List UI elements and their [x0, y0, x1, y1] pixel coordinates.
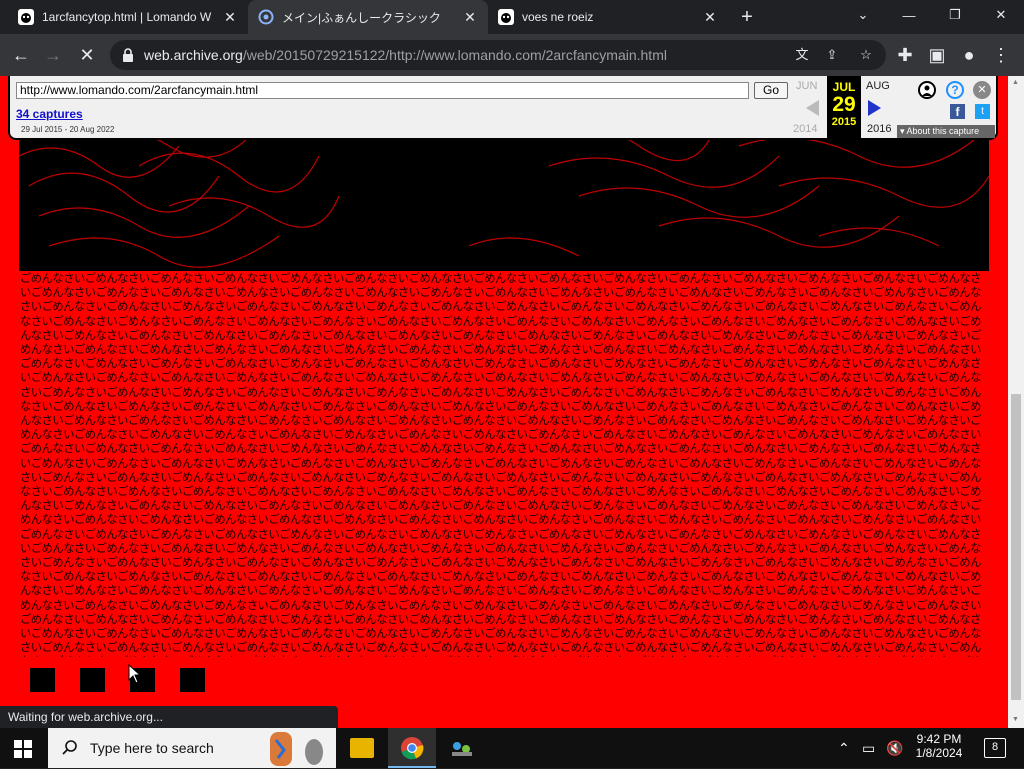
lock-icon: [122, 48, 134, 62]
wayback-account-icon[interactable]: [918, 81, 936, 99]
current-year: 2015: [831, 116, 857, 128]
windows-taskbar: Type here to search ⌃ ▭ 🔇 9:42 PM 1/8/20…: [0, 728, 1024, 768]
network-icon[interactable]: ▭: [862, 740, 875, 757]
tab-title: voes ne roeiz: [522, 10, 594, 24]
search-highlight-image: [264, 730, 330, 766]
scroll-up-icon[interactable]: ▲: [1012, 79, 1019, 86]
mouse-cursor-icon: [128, 664, 142, 684]
file-explorer-icon[interactable]: [350, 738, 374, 758]
tab-lomando-archive[interactable]: 1arcfancytop.html | Lomando W ✕: [8, 0, 248, 34]
facebook-icon[interactable]: f: [950, 104, 965, 119]
search-placeholder: Type here to search: [90, 740, 214, 756]
tab-search-chevron-icon[interactable]: ⌄: [840, 0, 886, 30]
scrollbar-thumb[interactable]: [1011, 394, 1021, 700]
scroll-down-icon[interactable]: ▼: [1012, 716, 1019, 723]
chrome-icon: [401, 737, 424, 760]
current-day: 29: [832, 93, 856, 116]
wayback-prev-year[interactable]: 2014: [793, 123, 817, 135]
stop-loading-button[interactable]: ✕: [74, 42, 100, 68]
browser-toolbar: ← → ✕ web.archive.org/web/20150729215122…: [0, 34, 1024, 76]
black-square-2[interactable]: [80, 668, 105, 692]
tab-fancy-classic[interactable]: メイン|ふぁんしークラシック ✕: [248, 0, 488, 34]
help-icon[interactable]: ?: [946, 81, 964, 99]
close-tab-icon[interactable]: ✕: [702, 9, 718, 25]
translate-icon[interactable]: 文: [794, 47, 810, 63]
taskbar-clock[interactable]: 9:42 PM 1/8/2024: [908, 732, 970, 760]
tab-title: メイン|ふぁんしークラシック: [282, 10, 441, 25]
wayback-prev-month[interactable]: JUN: [796, 80, 817, 92]
twitter-icon[interactable]: t: [975, 104, 990, 119]
chrome-taskbar-button[interactable]: [388, 728, 436, 768]
menu-kebab-icon[interactable]: ⋮: [988, 42, 1014, 68]
wayback-go-button[interactable]: Go: [754, 82, 788, 99]
prev-arrow-icon[interactable]: [806, 100, 819, 116]
restore-button[interactable]: ❐: [932, 0, 978, 30]
windows-start-icon[interactable]: [14, 740, 32, 763]
black-square-1[interactable]: [30, 668, 55, 692]
wayback-captures-link[interactable]: 34 captures: [16, 107, 83, 121]
close-wayback-icon[interactable]: ✕: [973, 81, 991, 99]
tab-voes-ne-roeiz[interactable]: voes ne roeiz ✕: [488, 0, 728, 34]
wayback-next-year[interactable]: 2016: [867, 123, 891, 135]
network-app-icon[interactable]: [450, 738, 474, 758]
clock-date: 1/8/2024: [915, 746, 963, 760]
wayback-url-input[interactable]: http://www.lomando.com/2arcfancymain.htm…: [16, 82, 749, 99]
black-square-4[interactable]: [180, 668, 205, 692]
address-bar[interactable]: web.archive.org/web/20150729215122/http:…: [110, 40, 886, 70]
search-icon: [62, 739, 78, 758]
share-icon[interactable]: ⇪: [824, 47, 840, 63]
next-arrow-icon[interactable]: [868, 100, 881, 116]
taskbar-search-box[interactable]: Type here to search: [48, 728, 336, 768]
url-host: web.archive.org: [144, 47, 243, 63]
wayback-toolbar: http://www.lomando.com/2arcfancymain.htm…: [8, 76, 998, 140]
close-tab-icon[interactable]: ✕: [222, 9, 238, 25]
tab-strip: 1arcfancytop.html | Lomando W ✕ メイン|ふぁんし…: [0, 0, 1024, 34]
url-path: /web/20150729215122/http://www.lomando.c…: [242, 47, 667, 63]
volume-muted-icon[interactable]: 🔇: [886, 740, 903, 757]
wayback-current-date: JUL 29 2015: [827, 76, 861, 138]
notifications-icon[interactable]: 8: [984, 738, 1006, 758]
wayback-capture-range: 29 Jul 2015 - 20 Aug 2022: [21, 125, 115, 134]
forward-button[interactable]: →: [40, 42, 66, 68]
notification-count: 8: [991, 741, 999, 753]
tray-chevron-icon[interactable]: ⌃: [838, 740, 850, 757]
minimize-button[interactable]: —: [886, 0, 932, 30]
close-window-button[interactable]: ✕: [978, 0, 1024, 30]
page-scrollbar[interactable]: ▲ ▼: [1008, 76, 1024, 728]
extensions-icon[interactable]: ✚: [892, 42, 918, 68]
close-tab-icon[interactable]: ✕: [462, 9, 478, 25]
status-bubble: Waiting for web.archive.org...: [0, 706, 338, 728]
back-button[interactable]: ←: [8, 42, 34, 68]
archive-icon: [18, 9, 34, 25]
new-tab-button[interactable]: +: [736, 6, 758, 28]
about-this-capture-button[interactable]: ▾ About this capture: [897, 125, 995, 138]
side-panel-icon[interactable]: ▣: [924, 42, 950, 68]
current-month: JUL: [832, 80, 856, 94]
wayback-next-month[interactable]: AUG: [866, 80, 890, 92]
repeated-apology-text: ごめんなさいごめんなさいごめんなさいごめんなさいごめんなさいごめんなさいごめんな…: [20, 272, 981, 657]
archive-icon: [498, 9, 514, 25]
clock-time: 9:42 PM: [916, 732, 962, 746]
about-label: About this capture: [906, 126, 980, 136]
tab-title: 1arcfancytop.html | Lomando W: [42, 10, 212, 24]
profile-icon[interactable]: ●: [956, 42, 982, 68]
web-page: ごめんなさいごめんなさいごめんなさいごめんなさいごめんなさいごめんなさいごめんな…: [0, 76, 1008, 728]
bookmark-star-icon[interactable]: ☆: [858, 47, 874, 63]
globe-icon: [258, 9, 274, 25]
